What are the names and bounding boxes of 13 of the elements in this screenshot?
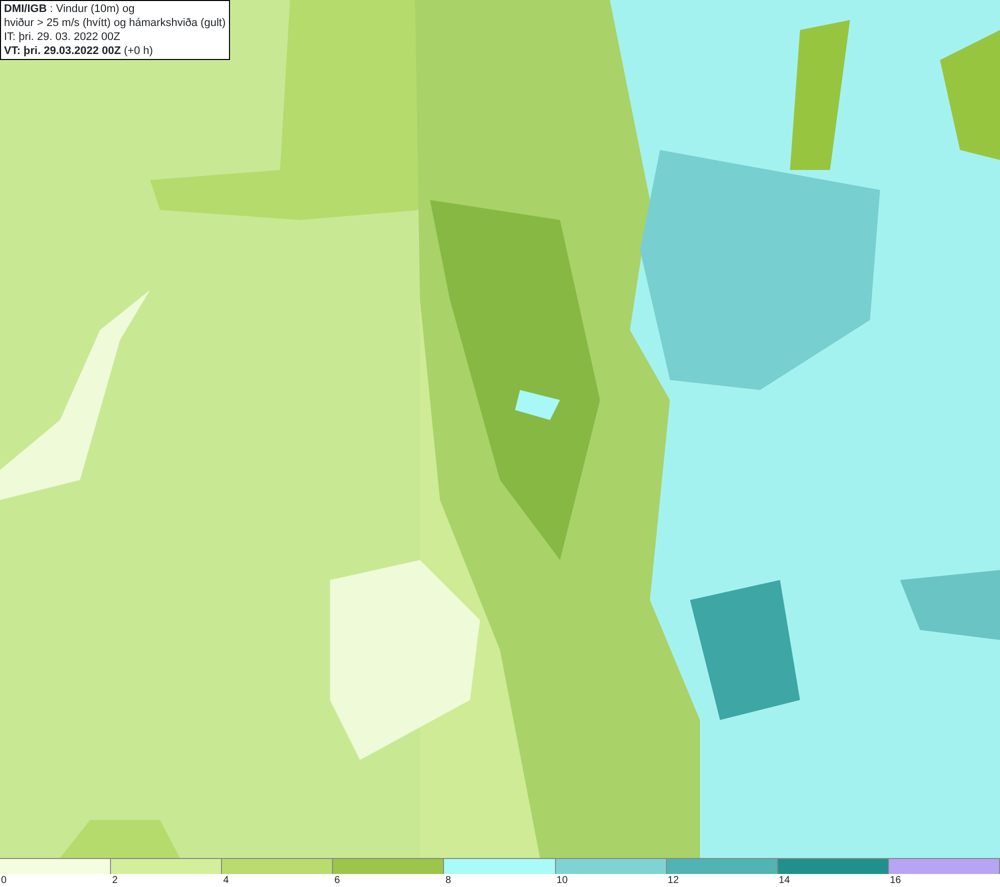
title-text: DMI/IGB : Vindur (10m) og — [4, 2, 136, 16]
legend-label: 16 — [888, 874, 901, 887]
legend-label: 6 — [333, 874, 340, 887]
legend-label: 4 — [222, 874, 229, 887]
legend-label: 2 — [111, 874, 118, 887]
legend-label: 14 — [778, 874, 790, 887]
legend-label: 12 — [666, 874, 679, 887]
legend-label: 8 — [444, 874, 451, 887]
legend-label: 0 — [0, 874, 7, 887]
title-text: VT: þri. 29.03.2022 00Z (+0 h) — [4, 44, 154, 58]
legend-label: 10 — [556, 874, 568, 887]
title-text: hviður > 25 m/s (hvítt) og hámarkshviða (gult) — [4, 16, 226, 30]
title-text: IT: þri. 29. 03. 2022 00Z — [4, 30, 122, 44]
